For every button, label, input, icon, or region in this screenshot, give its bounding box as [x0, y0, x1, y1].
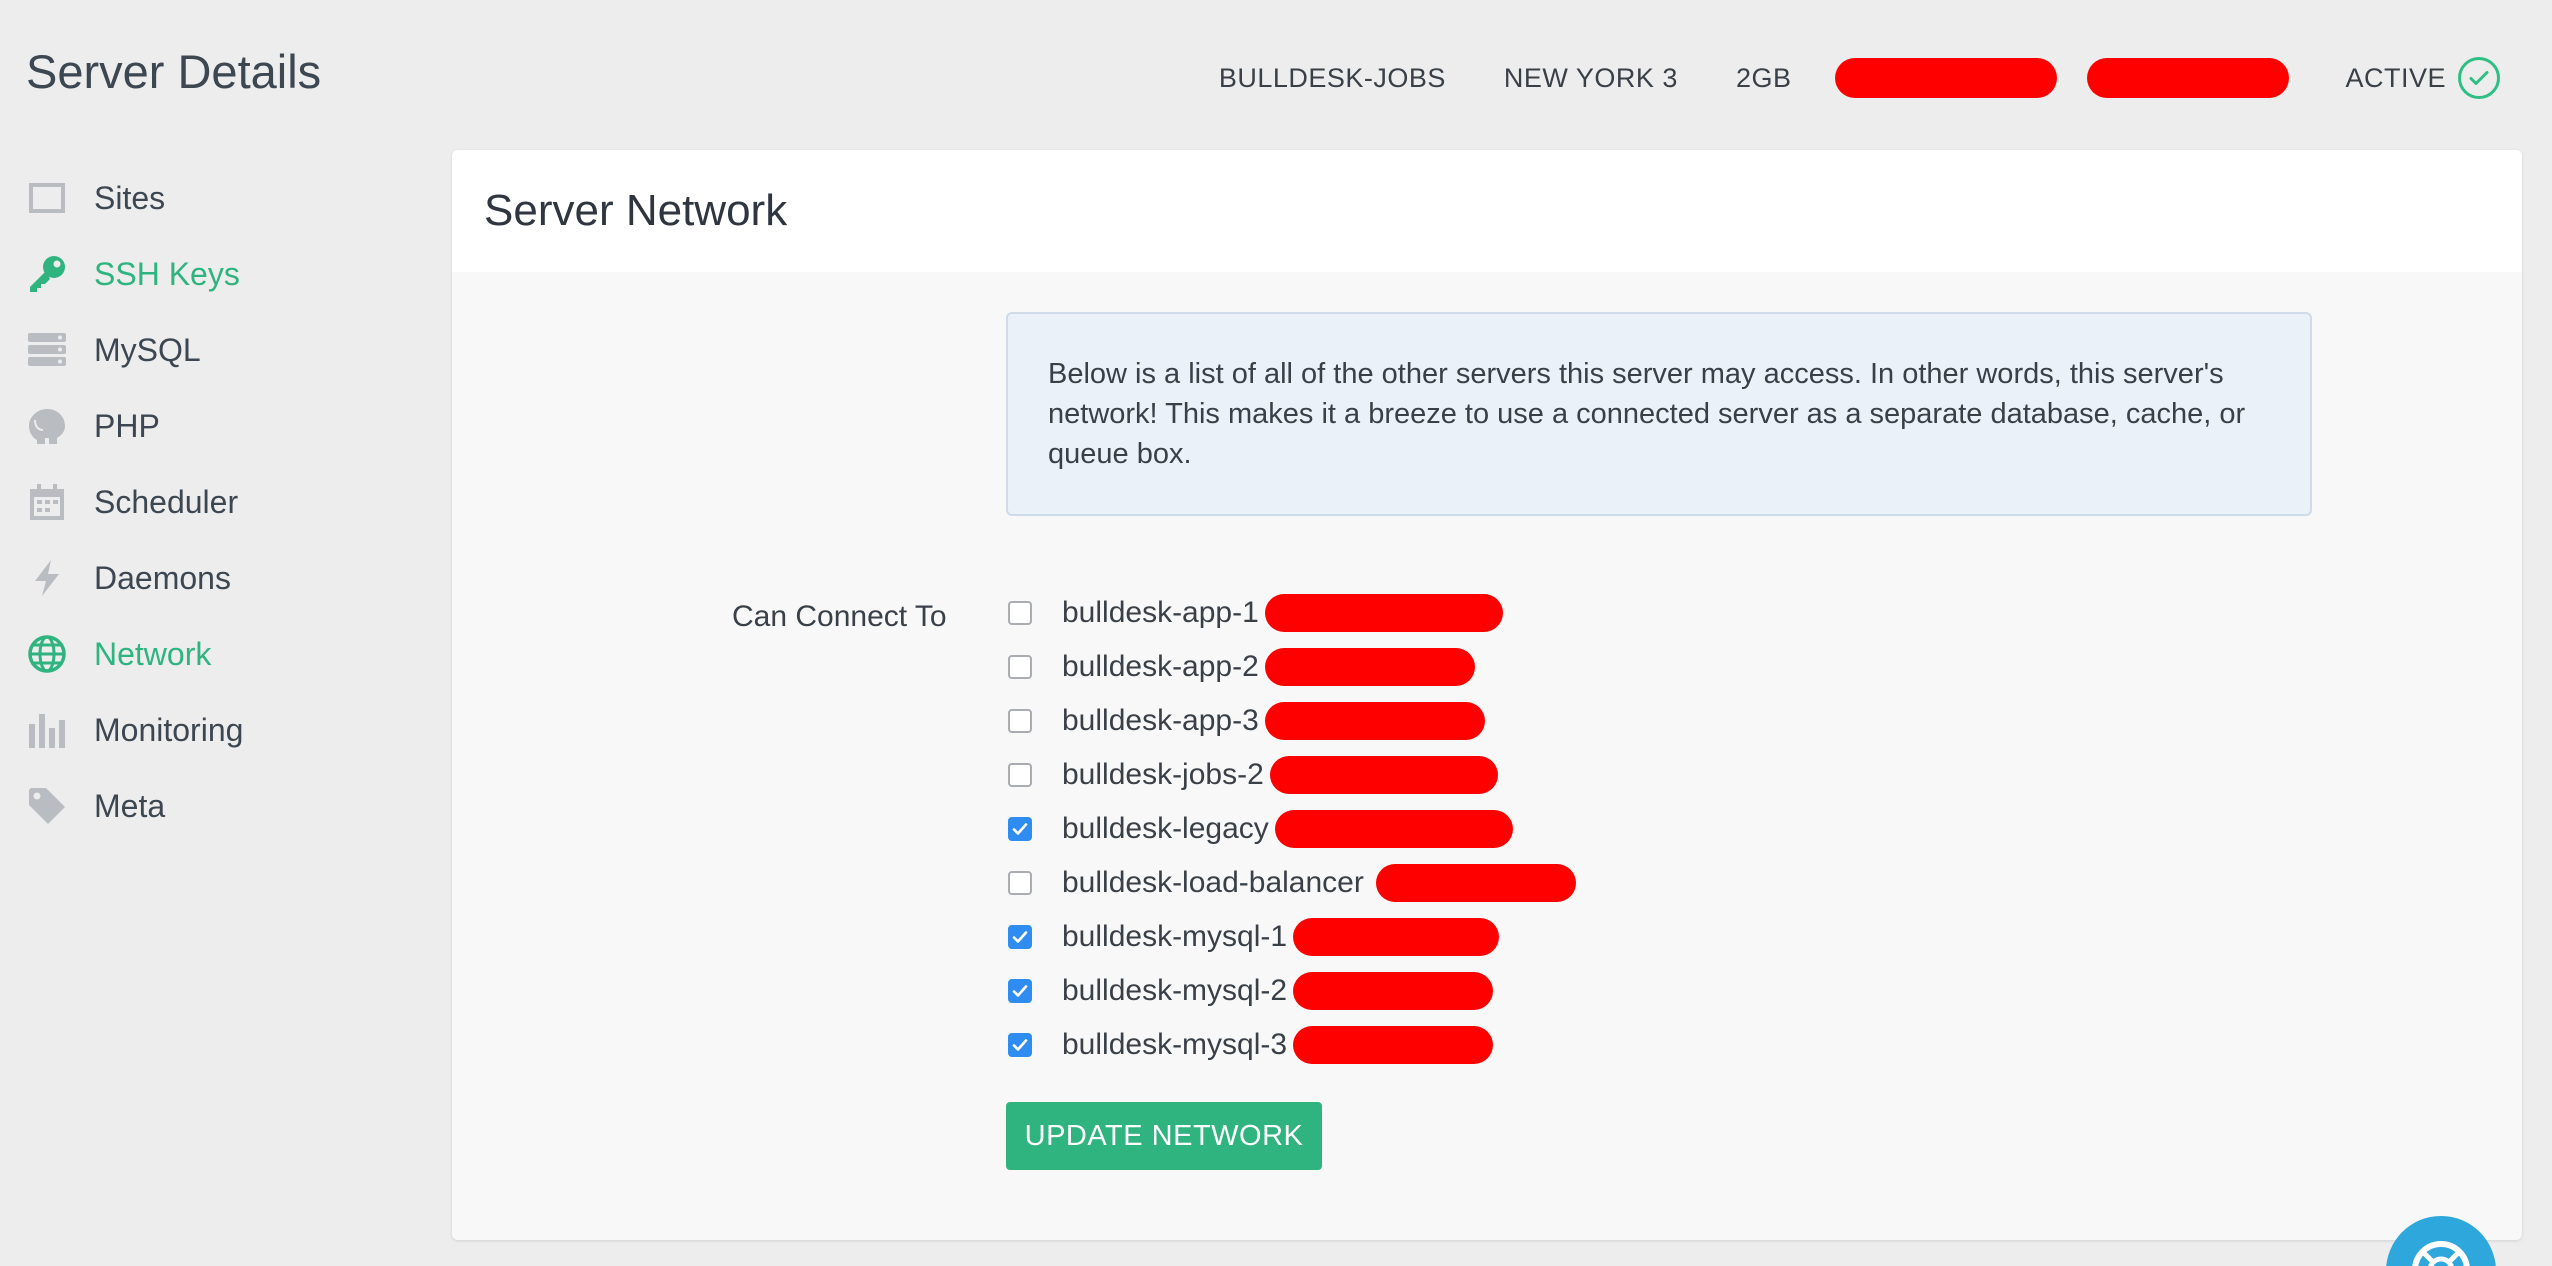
window-icon: [26, 177, 68, 219]
server-name: bulldesk-mysql-3: [1062, 1028, 1288, 1061]
panel-title: Server Network: [484, 186, 788, 235]
checkmark-icon: [1012, 931, 1028, 943]
sidebar-item-label: Network: [94, 635, 212, 672]
redacted-ip: [1293, 972, 1494, 1010]
sidebar-item-scheduler[interactable]: Scheduler: [26, 464, 243, 540]
server-checkbox[interactable]: [1008, 655, 1032, 679]
server-checkbox[interactable]: [1008, 817, 1032, 841]
sidebar-item-label: Sites: [94, 179, 166, 216]
server-network-panel: Server Network Below is a list of all of…: [452, 150, 2522, 1240]
server-name: bulldesk-app-1: [1062, 596, 1259, 629]
sidebar-item-network[interactable]: Network: [26, 616, 243, 692]
server-name: bulldesk-app-3: [1062, 704, 1259, 737]
server-row: bulldesk-jobs-2: [1006, 748, 1576, 802]
panel-header: Server Network: [452, 150, 2522, 272]
elephant-icon: [26, 405, 68, 447]
server-checkbox[interactable]: [1008, 1033, 1032, 1057]
redacted-ip: [1375, 864, 1576, 902]
sidebar-item-monitoring[interactable]: Monitoring: [26, 692, 243, 768]
status-label: ACTIVE: [2345, 62, 2446, 93]
server-row: bulldesk-app-3: [1006, 694, 1576, 748]
server-name: BULLDESK-JOBS: [1218, 62, 1446, 93]
key-icon: [26, 253, 68, 295]
can-connect-label: Can Connect To: [732, 600, 947, 633]
server-size: 2GB: [1735, 62, 1792, 93]
server-checkbox[interactable]: [1008, 925, 1032, 949]
sidebar-item-mysql[interactable]: MySQL: [26, 312, 243, 388]
sidebar-item-label: Daemons: [94, 559, 231, 596]
redacted-ip: [1264, 594, 1503, 632]
server-row: bulldesk-app-1: [1006, 586, 1576, 640]
sidebar-item-label: SSH Keys: [94, 255, 240, 292]
server-checkbox[interactable]: [1008, 601, 1032, 625]
server-row: bulldesk-mysql-1: [1006, 910, 1576, 964]
redacted-ip: [1293, 918, 1500, 956]
server-checkbox[interactable]: [1008, 709, 1032, 733]
server-checkbox[interactable]: [1008, 763, 1032, 787]
server-region: NEW YORK 3: [1503, 62, 1678, 93]
server-row: bulldesk-mysql-2: [1006, 964, 1576, 1018]
sidebar-item-label: Scheduler: [94, 483, 239, 520]
tag-icon: [26, 785, 68, 827]
checkmark-icon: [1012, 985, 1028, 997]
server-row: bulldesk-load-balancer: [1006, 856, 1576, 910]
server-row: bulldesk-legacy: [1006, 802, 1576, 856]
sidebar-item-ssh-keys[interactable]: SSH Keys: [26, 236, 243, 312]
server-name: bulldesk-legacy: [1062, 812, 1269, 845]
globe-icon: [26, 633, 68, 675]
redacted-ip: [1293, 1026, 1494, 1064]
sidebar-item-php[interactable]: PHP: [26, 388, 243, 464]
bar-chart-icon: [26, 709, 68, 751]
server-checkbox[interactable]: [1008, 979, 1032, 1003]
server-name: bulldesk-mysql-1: [1062, 920, 1288, 953]
server-name: bulldesk-app-2: [1062, 650, 1259, 683]
server-checkbox-list: bulldesk-app-1 bulldesk-app-2 bulldesk-a…: [1006, 586, 1576, 1072]
server-row: bulldesk-mysql-3: [1006, 1018, 1576, 1072]
checkmark-icon: [1012, 1039, 1028, 1051]
bolt-icon: [26, 557, 68, 599]
server-status: ACTIVE: [2345, 57, 2500, 99]
sidebar-item-label: Meta: [94, 787, 166, 824]
sidebar-item-daemons[interactable]: Daemons: [26, 540, 243, 616]
sidebar-item-meta[interactable]: Meta: [26, 768, 243, 844]
sidebar-item-sites[interactable]: Sites: [26, 160, 243, 236]
info-alert: Below is a list of all of the other serv…: [1006, 312, 2312, 516]
server-checkbox[interactable]: [1008, 871, 1032, 895]
sidebar-item-label: MySQL: [94, 331, 201, 368]
server-row: bulldesk-app-2: [1006, 640, 1576, 694]
page-title: Server Details: [26, 45, 322, 98]
redacted-ip: [1264, 702, 1485, 740]
redacted-ip: [1835, 58, 2058, 98]
sidebar-nav: Sites SSH Keys MySQL PHP Scheduler Daemo…: [26, 160, 243, 844]
server-meta-bar: BULLDESK-JOBS NEW YORK 3 2GB ACTIVE: [1218, 57, 2500, 99]
sidebar-item-label: Monitoring: [94, 711, 244, 748]
redacted-ip: [1269, 756, 1498, 794]
server-name: bulldesk-jobs-2: [1062, 758, 1264, 791]
redacted-ip: [1264, 648, 1475, 686]
server-name: bulldesk-load-balancer: [1062, 866, 1364, 899]
lifebuoy-icon: [2412, 1241, 2470, 1266]
server-stack-icon: [26, 329, 68, 371]
checkmark-icon: [1012, 823, 1028, 835]
redacted-ip: [1274, 810, 1513, 848]
redacted-private-ip: [2087, 58, 2290, 98]
sidebar-item-label: PHP: [94, 407, 160, 444]
check-circle-icon: [2458, 57, 2500, 99]
calendar-icon: [26, 481, 68, 523]
update-network-button[interactable]: UPDATE NETWORK: [1006, 1102, 1322, 1170]
server-name: bulldesk-mysql-2: [1062, 974, 1288, 1007]
